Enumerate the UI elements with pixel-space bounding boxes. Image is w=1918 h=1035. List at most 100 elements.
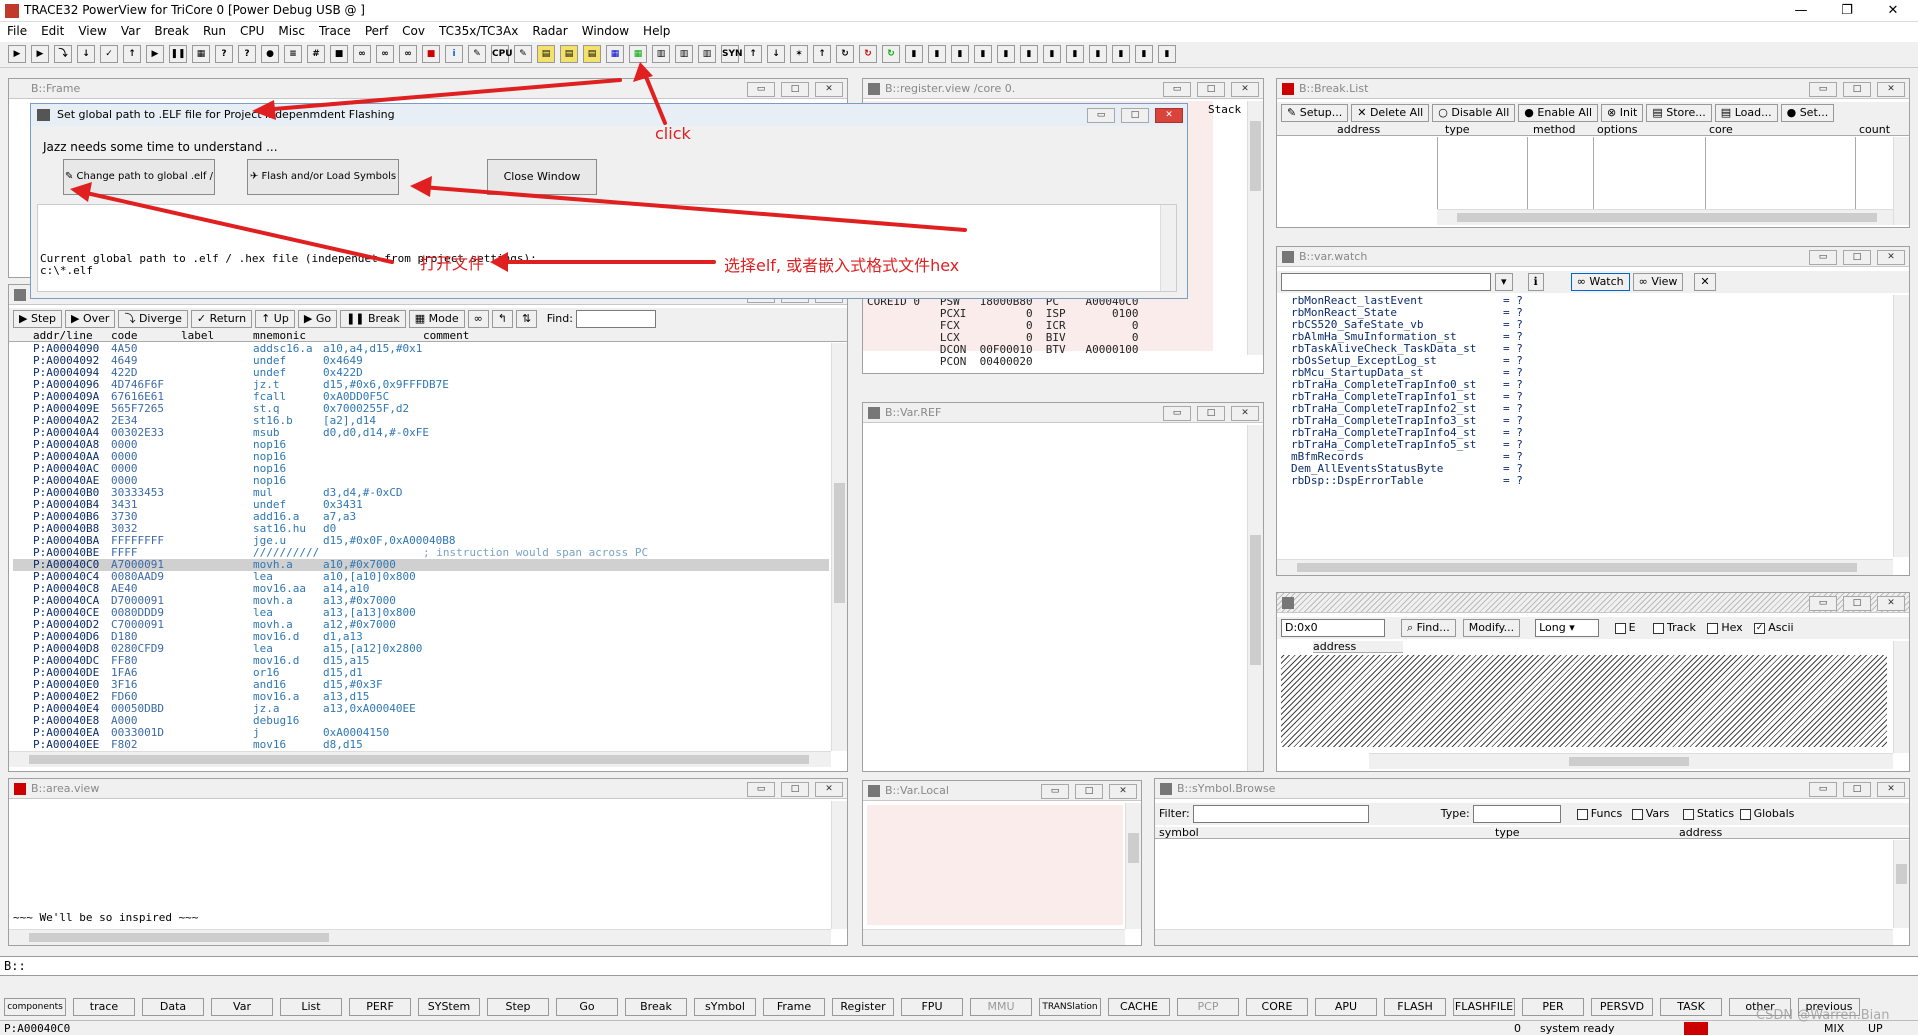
softkey-persvd[interactable]: PERSVD xyxy=(1591,998,1653,1016)
change-path-button[interactable]: ✎ Change path to global .elf / .hex file xyxy=(63,159,215,216)
refresh-red-icon[interactable]: ↻ xyxy=(859,45,877,63)
softkey-core[interactable]: CORE xyxy=(1246,998,1308,1016)
win-min-icon[interactable]: ▭ xyxy=(747,782,775,797)
menu-file[interactable]: File xyxy=(0,22,34,40)
win-max-icon[interactable]: □ xyxy=(781,782,809,797)
win-max-icon[interactable]: □ xyxy=(1843,82,1871,97)
track-checkbox[interactable]: Track xyxy=(1653,621,1696,634)
win-close-icon[interactable]: ✕ xyxy=(1877,782,1905,797)
menu-cov[interactable]: Cov xyxy=(395,22,432,40)
watch-hscroll[interactable] xyxy=(1277,559,1893,575)
hex-checkbox[interactable]: Hex xyxy=(1707,621,1743,634)
ascii-checkbox[interactable]: ✓ Ascii xyxy=(1754,621,1794,634)
break-hscroll[interactable] xyxy=(1437,209,1893,225)
win-min-icon[interactable]: ▭ xyxy=(1809,250,1837,265)
softkey-data[interactable]: Data xyxy=(142,998,204,1016)
load-button[interactable]: ▤ Load... xyxy=(1714,104,1778,122)
softkey-list[interactable]: List xyxy=(280,998,342,1016)
menu-view[interactable]: View xyxy=(71,22,113,40)
list-icon[interactable]: ≡ xyxy=(284,45,302,63)
type-input[interactable] xyxy=(1473,805,1562,823)
view-button[interactable]: ∞ View xyxy=(1632,273,1684,291)
softkey-var[interactable]: Var xyxy=(211,998,273,1016)
softkey-symbol[interactable]: sYmbol xyxy=(694,998,756,1016)
panel8-icon[interactable]: ▮ xyxy=(1066,45,1084,63)
menu-run[interactable]: Run xyxy=(196,22,233,40)
win-max-icon[interactable]: □ xyxy=(1843,782,1871,797)
up-icon[interactable]: ↑ xyxy=(123,45,141,63)
watch-dropdown-icon[interactable]: ▾ xyxy=(1495,273,1513,291)
varlocal-vscroll[interactable] xyxy=(1125,803,1141,929)
dump-address-input[interactable]: D:0x0 xyxy=(1281,619,1385,637)
refresh-green-icon[interactable]: ↻ xyxy=(882,45,900,63)
close-button[interactable]: ✕ xyxy=(1870,0,1916,22)
win-min-icon[interactable]: ▭ xyxy=(1809,596,1837,611)
win-max-icon[interactable]: □ xyxy=(1843,596,1871,611)
down-arrow2-icon[interactable]: ↓ xyxy=(767,45,785,63)
edit-icon[interactable]: ✎ xyxy=(514,45,532,63)
softkey-fpu[interactable]: FPU xyxy=(901,998,963,1016)
softkey-flashfile[interactable]: FLASHFILE xyxy=(1453,998,1515,1016)
win-max-icon[interactable]: □ xyxy=(1075,784,1103,799)
grid2-icon[interactable]: ▦ xyxy=(629,45,647,63)
down-arrow-icon[interactable]: ↓ xyxy=(77,45,95,63)
find-input[interactable] xyxy=(575,310,656,328)
watch-clear-icon[interactable]: ✕ xyxy=(1694,273,1716,291)
win-close-icon[interactable]: ✕ xyxy=(815,82,843,97)
glasses-button[interactable]: ∞ xyxy=(467,310,489,328)
globe-icon[interactable]: ● xyxy=(261,45,279,63)
setup-button[interactable]: ✎ Setup... xyxy=(1281,104,1349,122)
softkey-components[interactable]: components xyxy=(4,998,66,1016)
softkey-per[interactable]: PER xyxy=(1522,998,1584,1016)
refresh-icon[interactable]: ↻ xyxy=(836,45,854,63)
minimize-button[interactable]: — xyxy=(1778,0,1824,22)
menu-edit[interactable]: Edit xyxy=(34,22,71,40)
panel10-icon[interactable]: ▮ xyxy=(1112,45,1130,63)
dialog-max-icon[interactable]: □ xyxy=(1121,108,1149,123)
softkey-go[interactable]: Go xyxy=(556,998,618,1016)
win-max-icon[interactable]: □ xyxy=(1197,406,1225,421)
panel3-icon[interactable]: ▮ xyxy=(951,45,969,63)
grid-icon[interactable]: ▦ xyxy=(606,45,624,63)
win-close-icon[interactable]: ✕ xyxy=(1877,250,1905,265)
break-vscroll[interactable] xyxy=(1893,137,1909,225)
win-close-icon[interactable]: ✕ xyxy=(1877,596,1905,611)
filter-input[interactable] xyxy=(1193,805,1370,823)
memory-icon[interactable]: ■ xyxy=(330,45,348,63)
go-button[interactable]: ▶ Go xyxy=(297,310,338,328)
softkey-task[interactable]: TASK xyxy=(1660,998,1722,1016)
watch-button[interactable]: ∞ Watch xyxy=(1570,273,1630,291)
win-min-icon[interactable]: ▭ xyxy=(1163,406,1191,421)
help-icon[interactable]: ? xyxy=(215,45,233,63)
softkey-step[interactable]: Step xyxy=(487,998,549,1016)
softkey-frame[interactable]: Frame xyxy=(763,998,825,1016)
enable-all-button[interactable]: ● Enable All xyxy=(1518,104,1599,122)
command-line[interactable]: B:: xyxy=(0,956,1918,976)
up-button[interactable]: ↑ Up xyxy=(255,310,295,328)
return-icon[interactable]: ✓ xyxy=(100,45,118,63)
menu-window[interactable]: Window xyxy=(575,22,636,40)
softkey-cache[interactable]: CACHE xyxy=(1108,998,1170,1016)
panel9-icon[interactable]: ▮ xyxy=(1089,45,1107,63)
dump-vscroll[interactable] xyxy=(1893,641,1909,753)
format-select[interactable]: Long ▾ xyxy=(1535,619,1600,637)
menu-misc[interactable]: Misc xyxy=(271,22,312,40)
win-close-icon[interactable]: ✕ xyxy=(1877,82,1905,97)
return-button[interactable]: ✓ Return xyxy=(190,310,253,328)
break-icon[interactable]: ❚❚ xyxy=(169,45,187,63)
store-button[interactable]: ▤ Store... xyxy=(1646,104,1712,122)
watch-item[interactable]: rbDsp::DspErrorTable = ? xyxy=(1291,475,1523,487)
chart3-icon[interactable]: ▥ xyxy=(698,45,716,63)
modify-button[interactable]: Modify... xyxy=(1462,619,1521,637)
back-button[interactable]: ↰ xyxy=(491,310,513,328)
menu-break[interactable]: Break xyxy=(147,22,196,40)
step-button[interactable]: ▶ Step xyxy=(13,310,63,328)
numbers-icon[interactable]: # xyxy=(307,45,325,63)
panel2-icon[interactable]: ▮ xyxy=(928,45,946,63)
set-button[interactable]: ● Set... xyxy=(1780,104,1835,122)
chart-icon[interactable]: ▥ xyxy=(652,45,670,63)
diverge-icon[interactable]: ⤵ xyxy=(54,45,72,63)
wrench-icon[interactable]: ✎ xyxy=(468,45,486,63)
win-min-icon[interactable]: ▭ xyxy=(747,82,775,97)
win-close-icon[interactable]: ✕ xyxy=(1231,406,1259,421)
